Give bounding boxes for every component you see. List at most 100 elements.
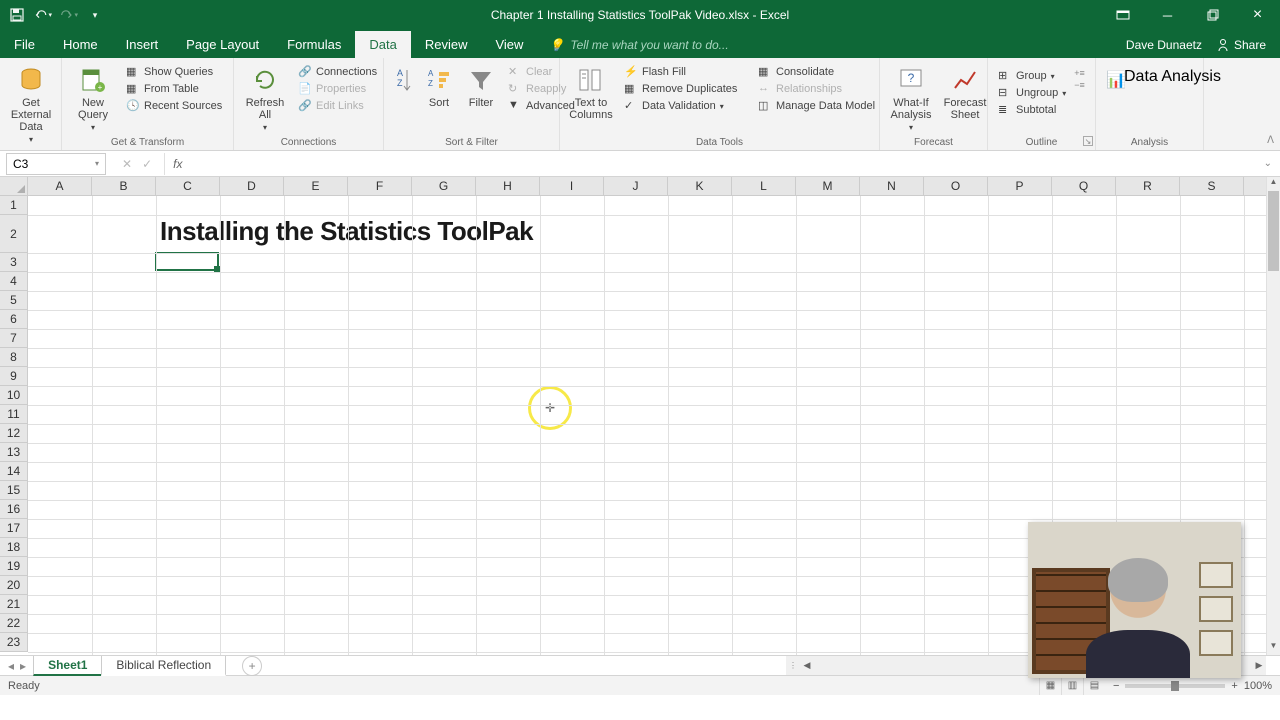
filter-button[interactable]: Filter [462, 62, 500, 113]
tab-page-layout[interactable]: Page Layout [172, 31, 273, 58]
row-header-10[interactable]: 10 [0, 386, 27, 405]
row-header-9[interactable]: 9 [0, 367, 27, 386]
data-validation-button[interactable]: ✓Data Validation ▾ [620, 98, 750, 114]
consolidate-button[interactable]: ▦Consolidate [754, 64, 884, 80]
hide-detail-icon[interactable]: −≡ [1074, 80, 1085, 90]
row-header-13[interactable]: 13 [0, 443, 27, 462]
row-header-14[interactable]: 14 [0, 462, 27, 481]
row-header-8[interactable]: 8 [0, 348, 27, 367]
remove-duplicates-button[interactable]: ▦Remove Duplicates [620, 81, 750, 97]
zoom-level[interactable]: 100% [1244, 680, 1272, 692]
col-header-I[interactable]: I [540, 177, 604, 195]
sheet-tab-biblical[interactable]: Biblical Reflection [101, 656, 226, 676]
prev-sheet-icon[interactable]: ◂ [8, 659, 14, 673]
sort-az-button[interactable]: AZ [390, 62, 416, 100]
close-icon[interactable]: × [1235, 0, 1280, 30]
data-analysis-button[interactable]: 📊Data Analysis [1102, 62, 1225, 87]
outline-launcher-icon[interactable]: ↘ [1083, 136, 1093, 146]
col-header-M[interactable]: M [796, 177, 860, 195]
row-header-5[interactable]: 5 [0, 291, 27, 310]
row-header-20[interactable]: 20 [0, 576, 27, 595]
group-button[interactable]: ⊞Group ▾ [994, 68, 1070, 84]
zoom-in-icon[interactable]: + [1231, 680, 1237, 692]
expand-formula-bar-icon[interactable]: ⌄ [1264, 158, 1280, 169]
col-header-B[interactable]: B [92, 177, 156, 195]
formula-input[interactable] [190, 157, 1263, 171]
from-table-button[interactable]: ▦From Table [122, 81, 226, 97]
chevron-down-icon[interactable]: ▾ [95, 159, 99, 168]
flash-fill-button[interactable]: ⚡Flash Fill [620, 64, 750, 80]
row-header-12[interactable]: 12 [0, 424, 27, 443]
zoom-out-icon[interactable]: − [1113, 680, 1119, 692]
user-name[interactable]: Dave Dunaetz [1126, 38, 1202, 52]
tab-review[interactable]: Review [411, 31, 482, 58]
row-header-22[interactable]: 22 [0, 614, 27, 633]
fx-icon[interactable]: fx [165, 157, 190, 171]
col-header-G[interactable]: G [412, 177, 476, 195]
show-detail-icon[interactable]: +≡ [1074, 68, 1085, 78]
col-header-F[interactable]: F [348, 177, 412, 195]
row-header-19[interactable]: 19 [0, 557, 27, 576]
row-header-21[interactable]: 21 [0, 595, 27, 614]
normal-view-icon[interactable]: ▦ [1039, 677, 1061, 695]
tab-formulas[interactable]: Formulas [273, 31, 355, 58]
col-header-L[interactable]: L [732, 177, 796, 195]
tab-insert[interactable]: Insert [112, 31, 173, 58]
col-header-P[interactable]: P [988, 177, 1052, 195]
sheet-tab-sheet1[interactable]: Sheet1 [33, 656, 102, 676]
connections-button[interactable]: 🔗Connections [294, 64, 381, 80]
zoom-slider[interactable] [1125, 684, 1225, 688]
tab-file[interactable]: File [0, 31, 49, 58]
ungroup-button[interactable]: ⊟Ungroup ▾ [994, 85, 1070, 101]
row-header-2[interactable]: 2 [0, 215, 27, 253]
save-icon[interactable] [8, 6, 26, 24]
col-header-K[interactable]: K [668, 177, 732, 195]
get-external-data-button[interactable]: Get External Data▾ [6, 62, 56, 149]
scroll-right-icon[interactable]: ▶ [1252, 660, 1266, 671]
minimize-icon[interactable]: ─ [1145, 0, 1190, 30]
tab-home[interactable]: Home [49, 31, 112, 58]
col-header-H[interactable]: H [476, 177, 540, 195]
col-header-C[interactable]: C [156, 177, 220, 195]
row-header-7[interactable]: 7 [0, 329, 27, 348]
tell-me-search[interactable]: 💡Tell me what you want to do... [537, 32, 740, 58]
show-queries-button[interactable]: ▦Show Queries [122, 64, 226, 80]
forecast-sheet-button[interactable]: Forecast Sheet [940, 62, 990, 125]
row-header-3[interactable]: 3 [0, 253, 27, 272]
row-header-16[interactable]: 16 [0, 500, 27, 519]
refresh-all-button[interactable]: Refresh All▾ [240, 62, 290, 137]
name-box[interactable]: C3▾ [6, 153, 106, 175]
col-header-R[interactable]: R [1116, 177, 1180, 195]
col-header-O[interactable]: O [924, 177, 988, 195]
manage-data-model-button[interactable]: ◫Manage Data Model [754, 98, 884, 114]
row-header-23[interactable]: 23 [0, 633, 27, 652]
col-header-D[interactable]: D [220, 177, 284, 195]
col-header-S[interactable]: S [1180, 177, 1244, 195]
ribbon-display-icon[interactable] [1100, 0, 1145, 30]
col-header-A[interactable]: A [28, 177, 92, 195]
col-header-Q[interactable]: Q [1052, 177, 1116, 195]
row-header-1[interactable]: 1 [0, 196, 27, 215]
next-sheet-icon[interactable]: ▸ [20, 659, 26, 673]
row-header-18[interactable]: 18 [0, 538, 27, 557]
what-if-button[interactable]: ? What-If Analysis▾ [886, 62, 936, 137]
col-header-E[interactable]: E [284, 177, 348, 195]
row-header-6[interactable]: 6 [0, 310, 27, 329]
select-all-corner[interactable] [0, 177, 28, 196]
undo-icon[interactable]: ▾ [34, 6, 52, 24]
row-header-11[interactable]: 11 [0, 405, 27, 424]
col-header-N[interactable]: N [860, 177, 924, 195]
vertical-scrollbar[interactable]: ▲ ▼ [1266, 177, 1280, 655]
subtotal-button[interactable]: ≣Subtotal [994, 102, 1070, 118]
tab-data[interactable]: Data [355, 31, 410, 58]
recent-sources-button[interactable]: 🕓Recent Sources [122, 98, 226, 114]
page-break-view-icon[interactable]: ▤ [1083, 677, 1105, 695]
collapse-ribbon-icon[interactable]: ᐱ [1267, 135, 1274, 146]
text-to-columns-button[interactable]: Text to Columns [566, 62, 616, 125]
row-header-4[interactable]: 4 [0, 272, 27, 291]
scroll-left-icon[interactable]: ◀ [800, 660, 814, 671]
maximize-icon[interactable] [1190, 0, 1235, 30]
sort-button[interactable]: AZ Sort [420, 62, 458, 113]
page-layout-view-icon[interactable]: ▥ [1061, 677, 1083, 695]
scroll-thumb[interactable] [1268, 191, 1279, 271]
